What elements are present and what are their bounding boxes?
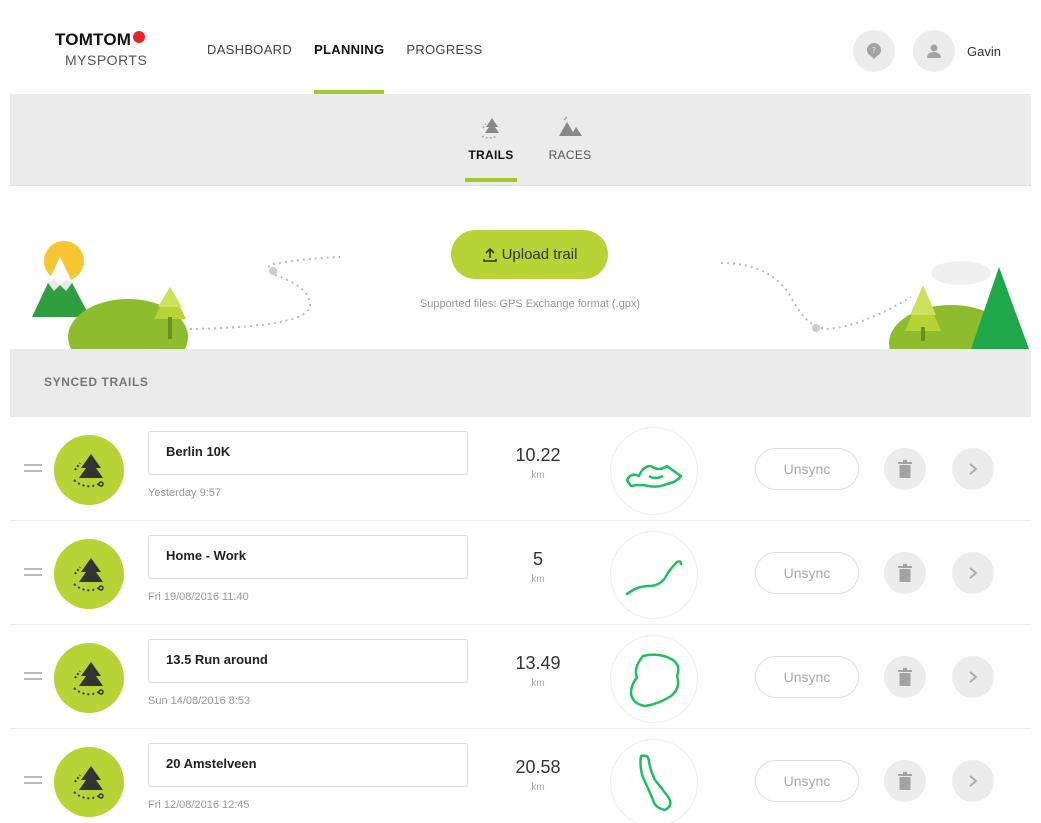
open-trail-button[interactable]	[952, 552, 994, 594]
help-bubble-icon: ?	[867, 43, 882, 59]
nav-planning[interactable]: PLANNING	[314, 42, 385, 94]
trail-date: Sun 14/08/2016 8:53	[148, 695, 251, 707]
tomtom-logo[interactable]: TOMTOM MYSPORTS	[55, 30, 147, 68]
trail-tree-icon	[73, 558, 104, 592]
trail-name-field[interactable]: Home - Work	[148, 535, 468, 579]
delete-button[interactable]	[884, 656, 926, 698]
svg-text:?: ?	[872, 46, 876, 55]
main-nav: DASHBOARD PLANNING PROGRESS	[207, 42, 504, 94]
trail-distance: 5 km	[498, 549, 578, 585]
unsync-button[interactable]: Unsync	[755, 760, 859, 802]
tab-trails-label: TRAILS	[468, 148, 514, 162]
header-actions: ? Gavin	[835, 30, 1001, 72]
supported-files-text: Supported files: GPS Exchange format (.g…	[419, 298, 641, 310]
trail-date: Fri 12/08/2016 12:45	[148, 799, 250, 811]
open-trail-button[interactable]	[952, 448, 994, 490]
nav-dashboard[interactable]: DASHBOARD	[207, 42, 292, 94]
mountain-icon	[559, 116, 582, 136]
trash-icon	[898, 564, 912, 582]
trail-date: Yesterday 9:57	[148, 487, 221, 499]
drag-handle-icon[interactable]	[24, 464, 42, 476]
unsync-button[interactable]: Unsync	[755, 552, 859, 594]
tab-races[interactable]: RACES	[545, 116, 595, 162]
upload-trail-label: Upload trail	[501, 246, 578, 263]
landscape-left-illustration	[32, 241, 340, 349]
trail-list: Berlin 10K Yesterday 9:57 10.22 km Unsyn…	[10, 417, 1031, 823]
synced-trails-title: SYNCED TRAILS	[44, 375, 149, 389]
trail-date: Fri 19/08/2016 11:40	[148, 591, 249, 603]
trail-tree-icon	[73, 454, 104, 488]
route-shape	[625, 464, 683, 488]
trash-icon	[898, 772, 912, 790]
unsync-button[interactable]: Unsync	[755, 656, 859, 698]
delete-button[interactable]	[884, 552, 926, 594]
drag-handle-icon[interactable]	[24, 672, 42, 684]
tab-trails[interactable]: TRAILS	[465, 116, 517, 182]
drag-handle-icon[interactable]	[24, 776, 42, 788]
route-preview	[610, 427, 698, 515]
trail-tree-icon	[73, 766, 104, 800]
drag-handle-icon[interactable]	[24, 568, 42, 580]
route-shape	[629, 653, 680, 708]
trail-row: Berlin 10K Yesterday 9:57 10.22 km Unsyn…	[10, 417, 1031, 521]
route-preview	[610, 531, 698, 619]
user-icon	[927, 44, 942, 58]
trash-icon	[898, 668, 912, 686]
upload-icon	[482, 247, 497, 262]
distance-unit: km	[531, 470, 545, 481]
trail-row: Home - Work Fri 19/08/2016 11:40 5 km Un…	[10, 521, 1031, 625]
planning-subnav: TRAILS RACES	[10, 94, 1031, 186]
nav-progress[interactable]: PROGRESS	[406, 42, 482, 94]
trail-name-field[interactable]: Berlin 10K	[148, 431, 468, 475]
trail-distance: 10.22 km	[498, 445, 578, 481]
upload-banner: Upload trail Supported files: GPS Exchan…	[10, 187, 1031, 349]
upload-trail-button[interactable]: Upload trail	[451, 230, 608, 279]
help-button[interactable]: ?	[853, 30, 896, 72]
tab-races-label: RACES	[548, 148, 592, 162]
distance-unit: km	[531, 574, 545, 585]
distance-unit: km	[531, 678, 545, 689]
top-header: TOMTOM MYSPORTS DASHBOARD PLANNING PROGR…	[10, 10, 1031, 94]
chevron-right-icon	[969, 463, 978, 475]
trail-avatar	[54, 539, 124, 609]
trail-avatar	[54, 643, 124, 713]
trail-row: 13.5 Run around Sun 14/08/2016 8:53 13.4…	[10, 625, 1031, 729]
delete-button[interactable]	[884, 760, 926, 802]
open-trail-button[interactable]	[952, 760, 994, 802]
delete-button[interactable]	[884, 448, 926, 490]
open-trail-button[interactable]	[952, 656, 994, 698]
route-shape	[625, 560, 683, 596]
route-shape	[639, 754, 672, 812]
logo-subtitle: MYSPORTS	[65, 52, 148, 68]
unsync-button[interactable]: Unsync	[755, 448, 859, 490]
chevron-right-icon	[969, 775, 978, 787]
trail-distance: 20.58 km	[498, 757, 578, 793]
landscape-right-illustration	[720, 261, 1029, 349]
distance-value: 13.49	[515, 653, 561, 673]
trail-avatar	[54, 435, 124, 505]
route-preview	[610, 635, 698, 723]
trail-distance: 13.49 km	[498, 653, 578, 689]
user-name[interactable]: Gavin	[967, 44, 1001, 59]
user-avatar[interactable]	[913, 30, 956, 72]
distance-unit: km	[531, 782, 545, 793]
trail-name-field[interactable]: 13.5 Run around	[148, 639, 468, 683]
logo-hand-icon	[133, 31, 146, 43]
trail-name-field[interactable]: 20 Amstelveen	[148, 743, 468, 787]
logo-wordmark: TOMTOM	[55, 30, 132, 49]
trail-tree-icon	[481, 118, 499, 139]
trash-icon	[898, 460, 912, 478]
distance-value: 20.58	[515, 757, 561, 777]
distance-value: 5	[532, 549, 543, 569]
distance-value: 10.22	[515, 445, 561, 465]
synced-trails-header: SYNCED TRAILS	[10, 349, 1031, 417]
trail-avatar	[54, 747, 124, 817]
chevron-right-icon	[969, 567, 978, 579]
route-preview	[610, 739, 698, 823]
trail-row: 20 Amstelveen Fri 12/08/2016 12:45 20.58…	[10, 729, 1031, 823]
chevron-right-icon	[969, 671, 978, 683]
trail-tree-icon	[73, 662, 104, 696]
